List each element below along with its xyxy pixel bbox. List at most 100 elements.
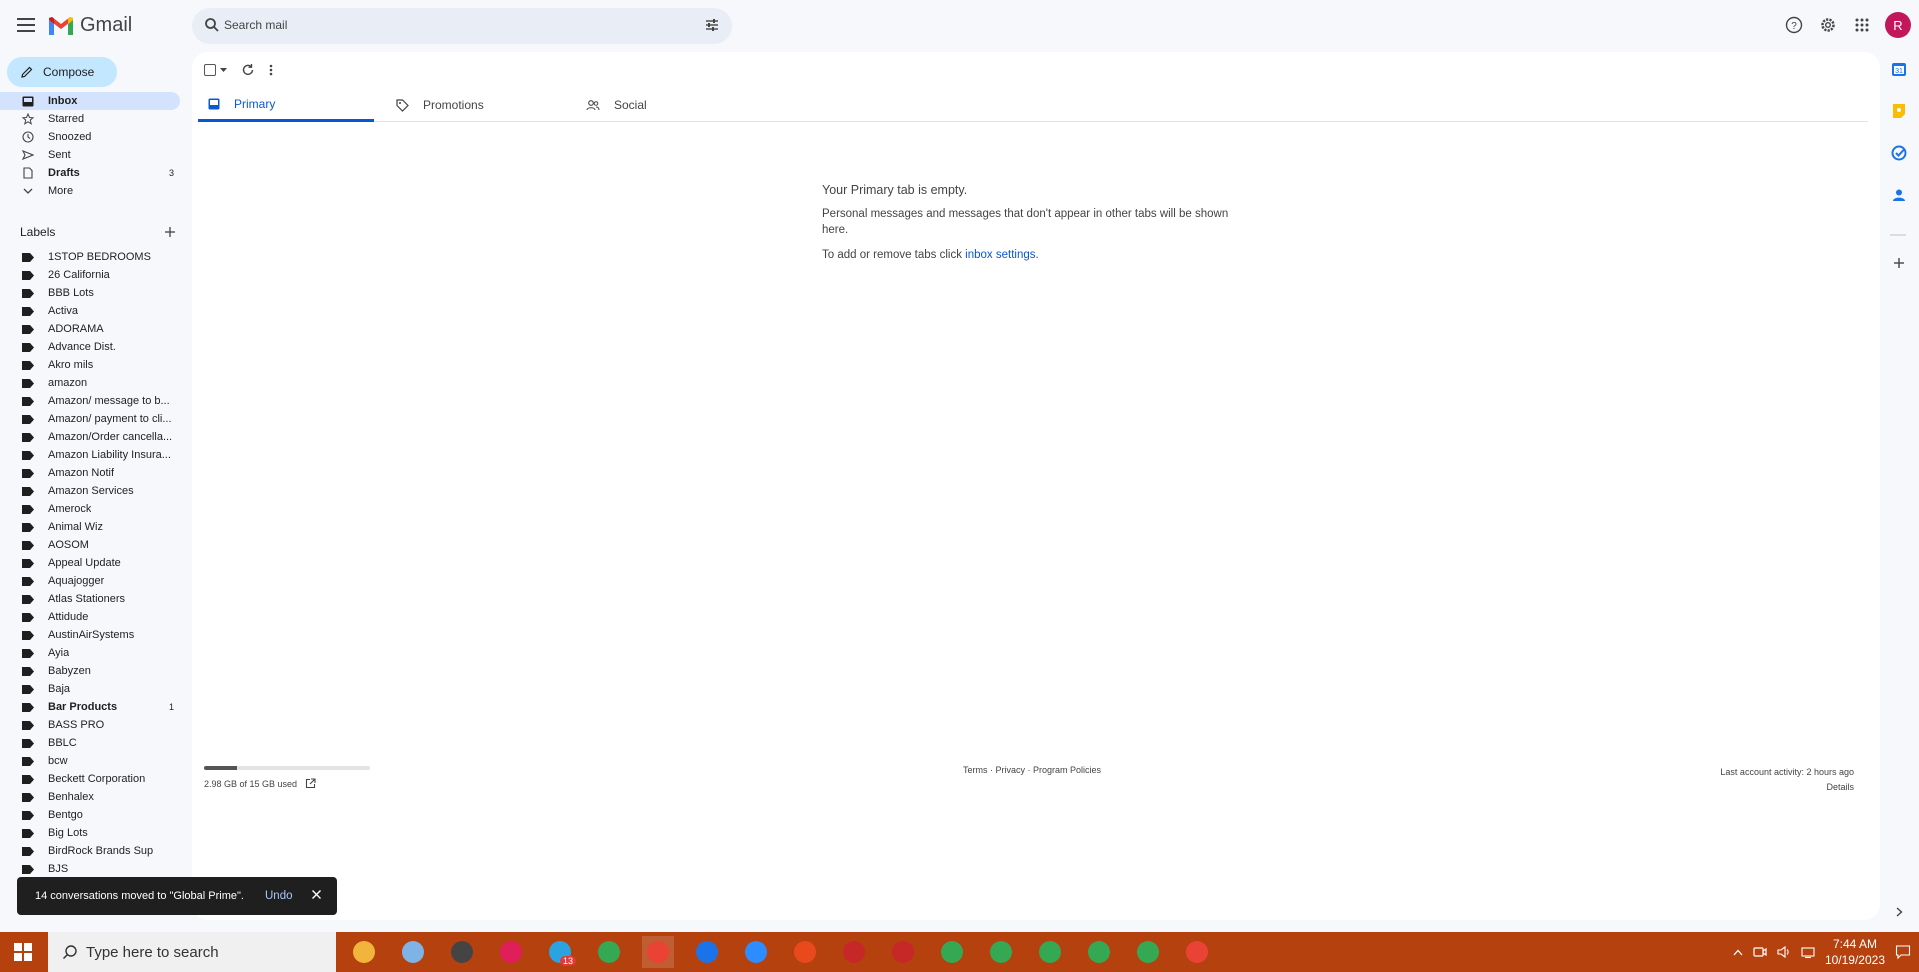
label-item[interactable]: Baja [0, 680, 180, 698]
label-item[interactable]: Amazon/Order cancella... [0, 428, 180, 446]
more-options-icon[interactable] [269, 64, 273, 76]
chrome-2-icon[interactable] [1132, 936, 1164, 968]
stock-chart-2-icon[interactable] [887, 936, 919, 968]
telegram-icon[interactable]: 13 [544, 936, 576, 968]
label-item[interactable]: amazon [0, 374, 180, 392]
label-item[interactable]: 1STOP BEDROOMS [0, 248, 180, 266]
network-icon[interactable] [1801, 945, 1815, 959]
chrome-profile-k2-icon[interactable] [985, 936, 1017, 968]
chrome-profile-a-icon[interactable] [1181, 936, 1213, 968]
details-link[interactable]: Details [1720, 780, 1854, 795]
tab-promotions[interactable]: Promotions [386, 88, 566, 122]
inbox-settings-link[interactable]: inbox settings [965, 249, 1035, 261]
label-item[interactable]: Big Lots [0, 824, 180, 842]
label-item[interactable]: Akro mils [0, 356, 180, 374]
label-item[interactable]: BBLC [0, 734, 180, 752]
nav-sent[interactable]: Sent [0, 146, 180, 164]
main-menu-icon[interactable] [14, 14, 38, 38]
label-item[interactable]: Animal Wiz [0, 518, 180, 536]
select-all-checkbox[interactable] [204, 64, 227, 76]
label-item[interactable]: Beckett Corporation [0, 770, 180, 788]
keep-icon[interactable] [1890, 102, 1908, 120]
label-item[interactable]: Atlas Stationers [0, 590, 180, 608]
label-item[interactable]: 26 California [0, 266, 180, 284]
file-explorer-icon[interactable] [348, 936, 380, 968]
clock[interactable]: 7:44 AM 10/19/2023 [1825, 936, 1885, 968]
tab-social[interactable]: Social [576, 88, 756, 122]
chrome-profile-s-icon[interactable] [1034, 936, 1066, 968]
contacts-icon[interactable] [1890, 186, 1908, 204]
label-item[interactable]: ADORAMA [0, 320, 180, 338]
undo-button[interactable]: Undo [265, 890, 293, 902]
label-item[interactable]: Amazon Services [0, 482, 180, 500]
label-item[interactable]: Amerock [0, 500, 180, 518]
r-app-icon[interactable] [789, 936, 821, 968]
notification-center-icon[interactable] [1895, 944, 1911, 960]
close-icon[interactable] [311, 889, 322, 900]
tasks-icon[interactable] [1890, 144, 1908, 162]
label-item[interactable]: Amazon Notif [0, 464, 180, 482]
volume-icon[interactable] [1777, 945, 1791, 959]
meet-icon[interactable] [1753, 945, 1767, 959]
chrome-profile-icon[interactable] [642, 936, 674, 968]
chrome-icon[interactable] [593, 936, 625, 968]
open-external-icon[interactable] [305, 778, 316, 789]
chrome-profile-k-icon[interactable] [691, 936, 723, 968]
label-item[interactable]: Activa [0, 302, 180, 320]
label-item[interactable]: Babyzen [0, 662, 180, 680]
label-item[interactable]: Advance Dist. [0, 338, 180, 356]
tab-primary[interactable]: Primary [198, 88, 374, 122]
label-item[interactable]: Amazon/ message to b... [0, 392, 180, 410]
label-item[interactable]: BJS [0, 860, 180, 878]
nav-snoozed[interactable]: Snoozed [0, 128, 180, 146]
search-input[interactable]: Search mail [224, 18, 287, 32]
label-item[interactable]: Ayia [0, 644, 180, 662]
compose-button[interactable]: Compose [7, 57, 117, 87]
add-addon-plus-icon[interactable] [1890, 254, 1908, 272]
refresh-icon[interactable] [241, 63, 255, 77]
settings-gear-icon[interactable] [1817, 14, 1839, 36]
label-item[interactable]: AOSOM [0, 536, 180, 554]
taskbar-search-input[interactable]: Type here to search [86, 944, 219, 961]
search-bar[interactable]: Search mail [192, 8, 732, 44]
search-options-icon[interactable] [704, 17, 720, 33]
label-item[interactable]: Amazon/ payment to cli... [0, 410, 180, 428]
nav-drafts[interactable]: Drafts 3 [0, 164, 180, 182]
label-item[interactable]: BASS PRO [0, 716, 180, 734]
label-item[interactable]: AustinAirSystems [0, 626, 180, 644]
label-item[interactable]: BBB Lots [0, 284, 180, 302]
label-item[interactable]: Appeal Update [0, 554, 180, 572]
apps-grid-icon[interactable] [1851, 14, 1873, 36]
slack-icon[interactable] [495, 936, 527, 968]
chevron-down-icon [22, 185, 34, 197]
calendar-icon[interactable]: 31 [1890, 60, 1908, 78]
label-item[interactable]: BirdRock Brands Sup [0, 842, 180, 860]
nav-more[interactable]: More [0, 182, 180, 200]
label-item[interactable]: Bar Products 1 [0, 698, 180, 716]
chrome-profile-d-icon[interactable] [936, 936, 968, 968]
add-label-plus-icon[interactable] [164, 226, 176, 238]
zoom-icon[interactable] [740, 936, 772, 968]
label-item[interactable]: Aquajogger [0, 572, 180, 590]
help-icon[interactable]: ? [1783, 14, 1805, 36]
notes-icon[interactable] [397, 936, 429, 968]
account-avatar[interactable]: R [1885, 12, 1911, 38]
footer-links[interactable]: Terms · Privacy · Program Policies [963, 765, 1101, 775]
label-item[interactable]: Bentgo [0, 806, 180, 824]
gmail-logo[interactable]: Gmail [48, 14, 132, 37]
taskbar-search[interactable]: Type here to search [48, 932, 336, 972]
label-item[interactable]: Amazon Liability Insura... [0, 446, 180, 464]
chevron-up-icon[interactable] [1733, 949, 1743, 956]
app-glyph [598, 941, 620, 963]
stock-chart-icon[interactable] [838, 936, 870, 968]
label-item[interactable]: Attidude [0, 608, 180, 626]
nav-inbox[interactable]: Inbox [0, 92, 180, 110]
label-item[interactable]: bcw [0, 752, 180, 770]
expand-panel-chevron-icon[interactable] [1890, 903, 1908, 921]
search-icon[interactable] [204, 17, 220, 33]
label-item[interactable]: Benhalex [0, 788, 180, 806]
windows-start-icon[interactable] [14, 943, 32, 961]
chrome-profile-x-icon[interactable] [1083, 936, 1115, 968]
nav-starred[interactable]: Starred [0, 110, 180, 128]
calculator-icon[interactable] [446, 936, 478, 968]
